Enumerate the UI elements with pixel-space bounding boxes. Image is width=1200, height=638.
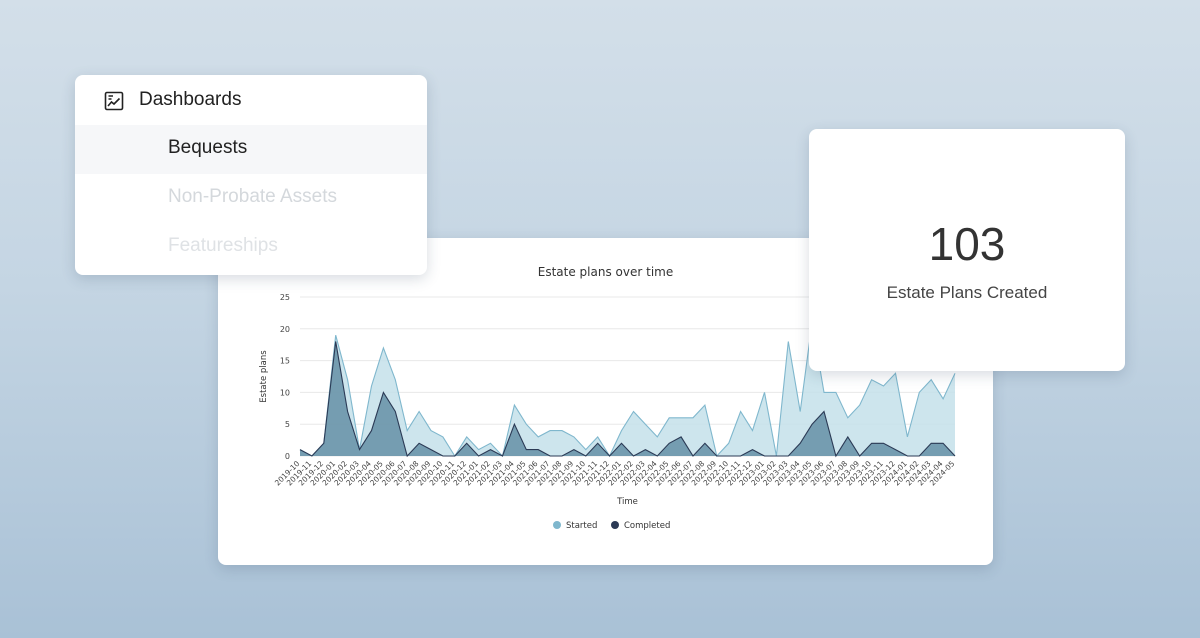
legend-label-started: Started bbox=[566, 521, 597, 531]
stat-label: Estate Plans Created bbox=[886, 283, 1048, 302]
dashboards-title: Dashboards bbox=[139, 89, 242, 110]
legend-marker-started bbox=[553, 521, 561, 529]
dashboards-menu-header[interactable]: Dashboards bbox=[75, 75, 427, 125]
y-tick-label: 15 bbox=[280, 357, 290, 366]
y-axis-label: Estate plans bbox=[259, 350, 269, 403]
menu-item-bequests[interactable]: Bequests bbox=[75, 125, 427, 174]
y-tick-label: 25 bbox=[280, 293, 290, 302]
menu-item-featureships[interactable]: Featureships bbox=[75, 223, 427, 272]
y-tick-label: 5 bbox=[285, 420, 290, 429]
menu-item-label: Bequests bbox=[168, 137, 248, 158]
y-tick-label: 20 bbox=[280, 325, 290, 334]
menu-item-non-probate-assets[interactable]: Non-Probate Assets bbox=[75, 174, 427, 223]
legend-marker-completed bbox=[611, 521, 619, 529]
dashboards-menu: Dashboards Bequests Non-Probate Assets F… bbox=[75, 75, 427, 275]
stat-value: 103 bbox=[928, 218, 1006, 270]
chart-board-icon bbox=[104, 91, 124, 111]
x-axis-label: Time bbox=[616, 497, 638, 507]
y-tick-label: 0 bbox=[285, 452, 290, 461]
legend-label-completed: Completed bbox=[624, 521, 670, 531]
menu-item-label: Featureships bbox=[168, 235, 278, 256]
y-tick-label: 10 bbox=[280, 388, 290, 397]
menu-item-label: Non-Probate Assets bbox=[168, 186, 337, 207]
stat-card: 103 Estate Plans Created bbox=[809, 129, 1125, 371]
